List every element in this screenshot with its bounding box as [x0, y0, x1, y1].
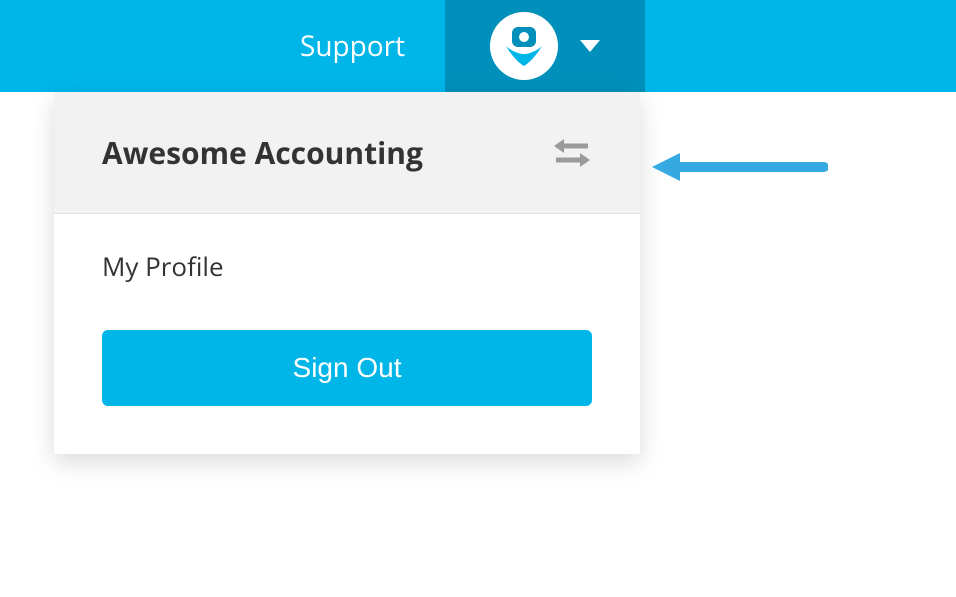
annotation-arrow-icon — [648, 147, 828, 187]
account-dropdown: Awesome Accounting My Profile Sign Out — [54, 92, 640, 454]
account-name: Awesome Accounting — [102, 132, 423, 173]
switch-account-button[interactable] — [552, 136, 592, 170]
dropdown-body: My Profile Sign Out — [54, 214, 640, 454]
topbar: Support — [0, 0, 956, 92]
switch-icon — [552, 136, 592, 170]
my-profile-link[interactable]: My Profile — [102, 248, 592, 284]
person-location-icon — [500, 22, 548, 70]
avatar — [490, 12, 558, 80]
sign-out-button[interactable]: Sign Out — [102, 330, 592, 406]
dropdown-header: Awesome Accounting — [54, 92, 640, 214]
support-link[interactable]: Support — [300, 27, 405, 65]
chevron-down-icon — [580, 40, 600, 52]
account-menu-trigger[interactable] — [445, 0, 645, 92]
